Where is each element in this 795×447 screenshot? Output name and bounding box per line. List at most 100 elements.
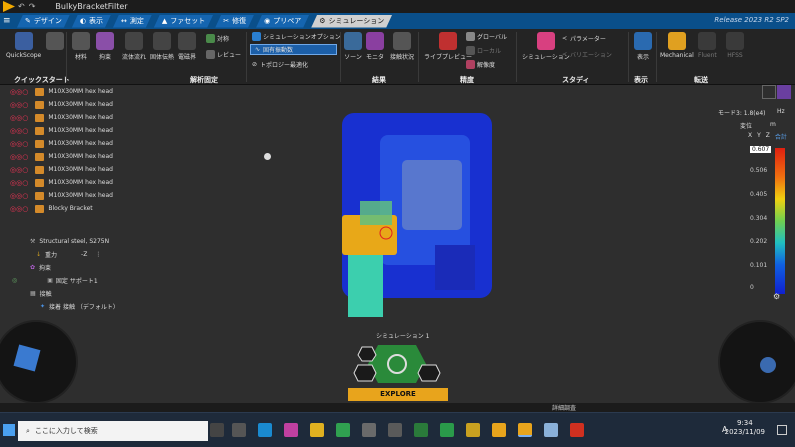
explorer-icon[interactable] [310, 423, 324, 437]
fluid-flow-button[interactable]: 流体流れ [122, 32, 146, 61]
3d-viewport[interactable]: ◎◎○ M10X30MM hex head ◎◎○ M10X30MM hex hea… [0, 85, 795, 404]
app-icon[interactable] [544, 423, 558, 437]
more-icon[interactable]: ⋮ [95, 251, 101, 258]
visibility-icon[interactable]: ◎◎○ [10, 127, 28, 135]
hex-center[interactable] [368, 345, 426, 383]
excel-icon[interactable] [414, 423, 428, 437]
fixed-support-item[interactable]: ◎ ▣ 固定 サポート1 [0, 274, 160, 287]
app-icon[interactable] [362, 423, 376, 437]
gravity-item[interactable]: ↓ 重力 -Z ⋮ [0, 248, 160, 261]
settings-gear-icon[interactable]: ⚙ [773, 292, 780, 301]
tab-simulation[interactable]: ⚙ シミュレーション [311, 15, 392, 28]
discovery-active-icon[interactable] [518, 423, 532, 437]
tab-design[interactable]: ✎ デザイン [17, 15, 70, 28]
tab-prepare[interactable]: ◉ プリペア [256, 15, 309, 28]
quickscope-button[interactable]: QuickScope [6, 32, 41, 59]
search-box[interactable]: ⌕ ここに入力して検索 [18, 421, 208, 441]
tab-repair[interactable]: ✂ 修復 [215, 15, 254, 28]
local-dropdown[interactable]: ローカル [466, 45, 501, 56]
chart-toggle-icon[interactable] [777, 85, 791, 99]
modal-analysis-dropdown[interactable]: ∿ 固有振動数 [250, 44, 337, 55]
monitor-button[interactable]: モニタ [366, 32, 384, 61]
tree-item[interactable]: ◎◎○ M10X30MM hex head [0, 85, 160, 98]
taskview-icon[interactable] [232, 423, 246, 437]
app-icon[interactable] [466, 423, 480, 437]
tab-measure[interactable]: ↔ 測定 [113, 15, 152, 28]
review-button[interactable]: レビュー [206, 49, 241, 60]
topology-optimization-dropdown[interactable]: ⊘ トポロジー最適化 [252, 59, 342, 70]
mechanical-button[interactable]: Mechanical [660, 32, 694, 59]
symmetry-button[interactable]: 対称 [206, 33, 229, 44]
global-dropdown[interactable]: グローバル [466, 31, 507, 42]
visibility-icon[interactable]: ◎◎○ [10, 192, 28, 200]
variation-dropdown[interactable]: ≺ バリエーション [562, 49, 612, 60]
menu-icon[interactable]: ≡ [3, 16, 15, 26]
view-cube-icon[interactable] [762, 85, 776, 99]
thermal-button[interactable]: 固体伝熱 [150, 32, 174, 61]
constraint-button[interactable]: 拘束 [96, 32, 114, 61]
explore-button[interactable]: EXPLORE [348, 388, 448, 401]
visibility-icon[interactable]: ◎◎○ [10, 101, 28, 109]
visibility-icon[interactable]: ◎◎○ [10, 179, 28, 187]
discovery-icon[interactable] [492, 423, 506, 437]
hex-left-bottom[interactable] [353, 364, 377, 382]
hex-left-top[interactable] [357, 346, 377, 362]
parameter-dropdown[interactable]: ≺ パラメーター [562, 33, 606, 44]
undo-icon[interactable]: ↶ [18, 2, 25, 11]
tab-facet[interactable]: ▲ ファセット [154, 15, 213, 28]
display-button[interactable]: 表示 [634, 32, 652, 61]
app-icon[interactable] [284, 423, 298, 437]
app-icon[interactable] [440, 423, 454, 437]
contact-status-button[interactable]: 接触状況 [390, 32, 414, 61]
chrome-icon[interactable] [336, 423, 350, 437]
legend-max[interactable]: 0.607 [750, 146, 772, 153]
tree-item[interactable]: ◎◎○ M10X30MM hex head [0, 111, 160, 124]
zone-button[interactable]: ソーン [344, 32, 362, 61]
tree-item[interactable]: ◎◎○ Blocky Bracket [0, 202, 160, 215]
visibility-icon[interactable]: ◎◎○ [10, 88, 28, 96]
origin-point[interactable] [264, 153, 271, 160]
visibility-icon[interactable]: ◎◎○ [10, 140, 28, 148]
visibility-icon[interactable]: ◎◎○ [10, 114, 28, 122]
tab-display[interactable]: ◐ 表示 [72, 15, 111, 28]
electromagnetic-button[interactable]: 電磁界 [178, 32, 196, 61]
status-mode[interactable]: 詳細調査 [552, 403, 576, 412]
visibility-icon[interactable]: ◎ [12, 277, 17, 284]
axis-toggle[interactable]: X Y Z 合計 [748, 132, 787, 141]
powerpoint-icon[interactable] [570, 423, 584, 437]
axis-y[interactable]: Y [757, 132, 761, 141]
clock[interactable]: 9:34 2023/11/09 [725, 419, 765, 437]
contact-default-item[interactable]: ✦ 接着 接触 （デフォルト） [0, 300, 160, 313]
tree-item[interactable]: ◎◎○ M10X30MM hex head [0, 124, 160, 137]
cortana-icon[interactable] [210, 423, 224, 437]
contact-item[interactable]: ▦ 接触 [0, 287, 160, 300]
tree-item[interactable]: ◎◎○ M10X30MM hex head [0, 189, 160, 202]
tree-item[interactable]: ◎◎○ M10X30MM hex head [0, 176, 160, 189]
windows-start-icon[interactable] [3, 424, 15, 436]
resolution-button[interactable]: 解像度 [466, 59, 495, 70]
material-button[interactable]: 材料 [72, 32, 90, 61]
app-logo-icon[interactable] [3, 1, 15, 12]
tree-item[interactable]: ◎◎○ M10X30MM hex head [0, 163, 160, 176]
live-preview-button[interactable]: ライブプレビュー [424, 32, 472, 61]
redo-icon[interactable]: ↷ [29, 2, 36, 11]
visibility-icon[interactable]: ◎◎○ [10, 166, 28, 174]
notification-icon[interactable] [777, 425, 787, 435]
axis-total[interactable]: 合計 [775, 132, 787, 141]
length-unit[interactable]: m [770, 121, 776, 128]
axis-x[interactable]: X [748, 132, 752, 141]
left-nav-wheel[interactable] [0, 320, 78, 404]
navigation-hub-icon[interactable] [760, 357, 776, 373]
visibility-icon[interactable]: ◎◎○ [10, 205, 28, 213]
constraint-item[interactable]: ✿ 拘束 [0, 261, 160, 274]
hfss-button[interactable]: HFSS [726, 32, 744, 59]
axis-z[interactable]: Z [766, 132, 770, 141]
tree-item[interactable]: ◎◎○ M10X30MM hex head [0, 137, 160, 150]
explore-wheel[interactable] [352, 341, 442, 387]
right-nav-wheel[interactable] [718, 320, 795, 404]
bracket-model[interactable] [320, 105, 500, 330]
tree-item[interactable]: ◎◎○ M10X30MM hex head [0, 98, 160, 111]
simulation-options-dropdown[interactable]: シミュレーションオプション [252, 31, 342, 42]
fluent-button[interactable]: Fluent [698, 32, 717, 59]
hex-right[interactable] [417, 364, 441, 382]
